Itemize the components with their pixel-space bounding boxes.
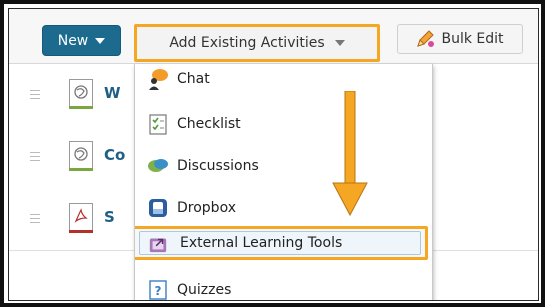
activity-title[interactable]: S	[104, 208, 115, 226]
web-page-icon	[69, 141, 93, 171]
add-existing-activities-menu: Chat Checklist Discussions Dropbox Exter…	[134, 64, 433, 300]
menu-item-label: External Learning Tools	[180, 235, 343, 251]
drag-handle-icon[interactable]	[30, 90, 40, 102]
add-existing-activities-label: Add Existing Activities	[169, 35, 325, 51]
quiz-icon: ?	[149, 280, 167, 300]
menu-item-quizzes[interactable]: ? Quizzes	[135, 270, 432, 300]
menu-item-dropbox[interactable]: Dropbox	[135, 188, 432, 228]
menu-item-chat[interactable]: Chat	[135, 64, 432, 94]
activity-title[interactable]: Co	[104, 146, 125, 164]
drag-handle-icon[interactable]	[30, 152, 40, 164]
drag-handle-icon[interactable]	[30, 214, 40, 226]
menu-item-discussions[interactable]: Discussions	[135, 146, 432, 186]
dropbox-icon	[149, 199, 167, 217]
add-existing-activities-button[interactable]: Add Existing Activities	[134, 24, 380, 62]
activity-title[interactable]: W	[104, 84, 121, 102]
menu-item-label: Dropbox	[177, 200, 236, 216]
pdf-icon	[69, 203, 93, 233]
external-tool-icon	[149, 238, 167, 253]
checklist-icon	[149, 114, 167, 135]
menu-item-label: Checklist	[177, 116, 241, 132]
pencil-icon	[417, 30, 435, 47]
menu-item-external-learning-tools[interactable]: External Learning Tools	[135, 226, 428, 260]
menu-item-label: Discussions	[177, 158, 259, 174]
new-button-label: New	[57, 32, 89, 49]
discussions-icon	[148, 159, 168, 172]
web-page-icon	[69, 79, 93, 109]
svg-text:?: ?	[155, 284, 162, 298]
bulk-edit-button[interactable]: Bulk Edit	[397, 24, 523, 54]
chevron-down-icon	[334, 40, 345, 46]
bulk-edit-label: Bulk Edit	[441, 31, 504, 47]
toolbar: New Add Existing Activities Bulk Edit	[9, 9, 538, 64]
menu-item-label: Quizzes	[177, 282, 232, 298]
chevron-down-icon	[95, 37, 106, 44]
menu-item-label: Chat	[177, 71, 210, 87]
new-button[interactable]: New	[42, 25, 121, 56]
chat-icon	[149, 69, 168, 90]
annotation-arrow-icon	[332, 91, 368, 217]
content-area: New Add Existing Activities Bulk Edit W	[8, 8, 539, 301]
menu-item-checklist[interactable]: Checklist	[135, 104, 432, 144]
